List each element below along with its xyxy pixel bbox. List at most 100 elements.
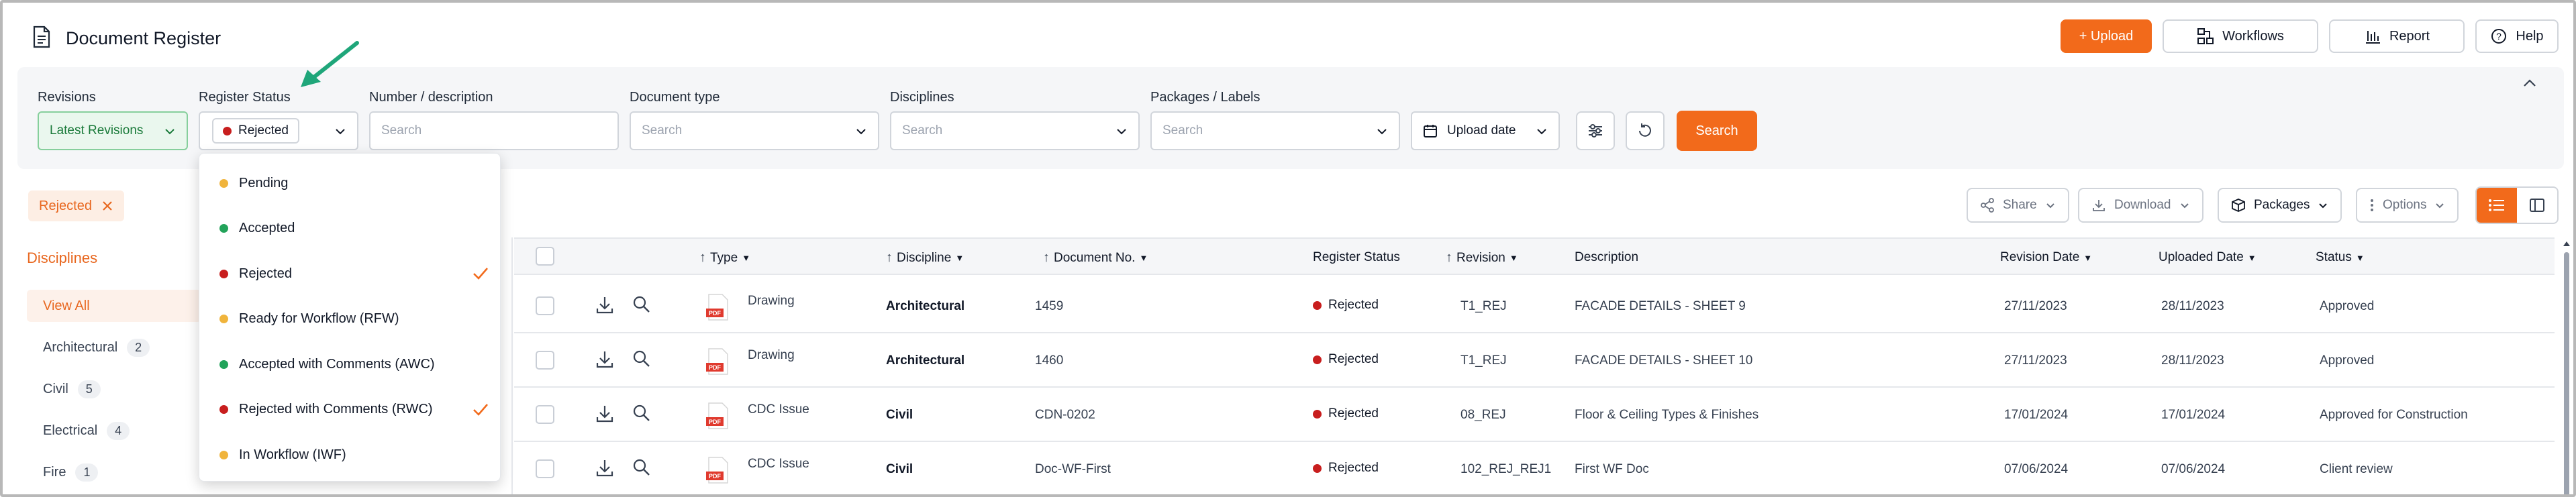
table-row[interactable]: PDF CDC Issue Civil CDN-0202 Rejected 08…: [514, 388, 2555, 442]
sidebar-item-fire[interactable]: Fire 1: [27, 456, 201, 488]
column-type[interactable]: ↑ Type ▼: [699, 250, 750, 266]
row-checkbox[interactable]: [536, 296, 554, 315]
bar-chart-icon: [2365, 31, 2380, 44]
download-icon[interactable]: [595, 349, 615, 370]
status-option[interactable]: Rejected: [199, 254, 500, 294]
description-cell: FACADE DETAILS - SHEET 10: [1575, 353, 1753, 368]
table-row[interactable]: PDF Drawing Architectural 1460 Rejected …: [514, 333, 2555, 388]
number-description-input[interactable]: Search: [369, 111, 619, 150]
sidebar-item-civil[interactable]: Civil 5: [27, 373, 201, 405]
filter-settings-button[interactable]: [1576, 111, 1615, 150]
row-checkbox[interactable]: [536, 351, 554, 370]
share-button[interactable]: Share: [1967, 188, 2069, 223]
column-type-label: Type: [710, 250, 738, 265]
report-button[interactable]: Report: [2329, 19, 2465, 53]
search-button[interactable]: Search: [1677, 111, 1757, 151]
options-button[interactable]: Options: [2356, 188, 2459, 223]
collapse-chevron-icon[interactable]: [2522, 78, 2537, 89]
register-status-select[interactable]: Rejected: [199, 111, 358, 150]
download-icon[interactable]: [595, 458, 615, 478]
sidebar-item-view-all[interactable]: View All: [27, 290, 201, 322]
document-no-cell[interactable]: 1459: [1035, 299, 1063, 314]
column-discipline[interactable]: ↑ Discipline ▼: [886, 250, 964, 266]
row-checkbox[interactable]: [536, 459, 554, 478]
column-revision-date[interactable]: Revision Date ▼: [2000, 250, 2092, 265]
status-option[interactable]: Accepted with Comments (AWC): [199, 344, 500, 384]
table-row[interactable]: PDF Drawing Architectural 1459 Rejected …: [514, 279, 2555, 333]
status-option[interactable]: In Workflow (IWF): [199, 435, 500, 475]
package-box-icon: [2232, 199, 2245, 212]
chevron-down-icon: [165, 129, 175, 135]
column-document-no[interactable]: ↑ Document No. ▼: [1043, 250, 1148, 266]
type-cell: CDC Issue: [748, 402, 809, 417]
select-all-checkbox[interactable]: [536, 247, 554, 266]
upload-date-select[interactable]: Upload date: [1411, 111, 1560, 150]
status-option[interactable]: Accepted: [199, 209, 500, 249]
status-option[interactable]: Pending: [199, 163, 500, 203]
close-icon[interactable]: [101, 200, 113, 212]
download-button[interactable]: Download: [2078, 188, 2203, 223]
app-window: Document Register + Upload Workflows Rep…: [0, 0, 2576, 497]
status-option-label: Rejected: [239, 266, 292, 281]
workflows-icon: [2197, 28, 2214, 44]
register-status-pill[interactable]: Rejected: [212, 118, 299, 144]
uploaded-date-cell: 28/11/2023: [2161, 353, 2224, 368]
sidebar-item-architectural[interactable]: Architectural 2: [27, 331, 201, 364]
row-checkbox[interactable]: [536, 405, 554, 424]
table-header: ↑ Type ▼ ↑ Discipline ▼ ↑ Document No. ▼ Regis…: [514, 237, 2555, 275]
share-label: Share: [2003, 198, 2037, 212]
revision-cell: T1_REJ: [1460, 299, 1507, 313]
reset-filters-button[interactable]: [1626, 111, 1665, 150]
search-icon[interactable]: [632, 458, 651, 477]
search-icon[interactable]: [632, 295, 651, 314]
document-type-select[interactable]: Search: [630, 111, 879, 150]
packages-button[interactable]: Packages: [2218, 188, 2342, 223]
split-view-button[interactable]: [2517, 188, 2557, 223]
register-status-cell: Rejected: [1313, 298, 1379, 313]
workflows-button[interactable]: Workflows: [2163, 19, 2318, 53]
download-icon[interactable]: [595, 295, 615, 315]
list-view-button[interactable]: [2477, 188, 2517, 223]
description-cell: First WF Doc: [1575, 462, 1649, 476]
column-discipline-label: Discipline: [897, 250, 952, 265]
active-filter-chip[interactable]: Rejected: [28, 190, 124, 221]
uploaded-date-cell: 28/11/2023: [2161, 299, 2224, 313]
pdf-file-icon: PDF: [706, 348, 728, 375]
help-icon: ?: [2491, 29, 2507, 44]
document-no-cell[interactable]: CDN-0202: [1035, 408, 1095, 423]
revision-cell: 102_REJ_REJ1: [1460, 462, 1552, 476]
search-icon[interactable]: [632, 349, 651, 368]
list-view-icon: [2489, 199, 2504, 211]
column-uploaded-date[interactable]: Uploaded Date ▼: [2159, 250, 2257, 265]
status-option[interactable]: Ready for Workflow (RFW): [199, 299, 500, 339]
document-no-cell[interactable]: Doc-WF-First: [1035, 462, 1111, 477]
status-option[interactable]: Rejected with Comments (RWC): [199, 390, 500, 430]
sidebar-item-label: Architectural: [43, 339, 118, 355]
upload-button[interactable]: + Upload: [2061, 19, 2152, 53]
revision-date-cell: 07/06/2024: [2004, 462, 2069, 476]
revisions-select[interactable]: Latest Revisions: [38, 111, 188, 150]
disciplines-select[interactable]: Search: [890, 111, 1140, 150]
packages-labels-select[interactable]: Search: [1150, 111, 1400, 150]
table-row[interactable]: PDF CDC Issue Civil Doc-WF-First Rejecte…: [514, 442, 2555, 494]
scroll-up-arrow-icon[interactable]: [2561, 239, 2572, 248]
sidebar-item-electrical[interactable]: Electrical 4: [27, 415, 201, 447]
scrollbar-thumb[interactable]: [2564, 252, 2569, 494]
register-status-value: Rejected: [238, 123, 289, 137]
document-no-cell[interactable]: 1460: [1035, 353, 1063, 368]
rejected-dot-icon: [1313, 355, 1322, 364]
packages-labels-label: Packages / Labels: [1150, 90, 1260, 105]
number-description-placeholder: Search: [381, 123, 422, 137]
status-option-label: Accepted with Comments (AWC): [239, 356, 435, 372]
column-status[interactable]: Status ▼: [2316, 250, 2365, 265]
discipline-cell: Civil: [886, 408, 913, 422]
register-status-label: Register Status: [199, 90, 291, 105]
chevron-down-icon: [1377, 129, 1387, 135]
document-type-placeholder: Search: [642, 123, 683, 137]
download-icon[interactable]: [595, 404, 615, 424]
register-status-dropdown: Pending Accepted Rejected Ready for Workflo…: [199, 153, 501, 482]
column-revision[interactable]: ↑ Revision ▼: [1446, 250, 1518, 266]
search-icon[interactable]: [632, 404, 651, 423]
register-status-text: Rejected: [1328, 461, 1379, 475]
help-button[interactable]: ? Help: [2475, 19, 2559, 53]
